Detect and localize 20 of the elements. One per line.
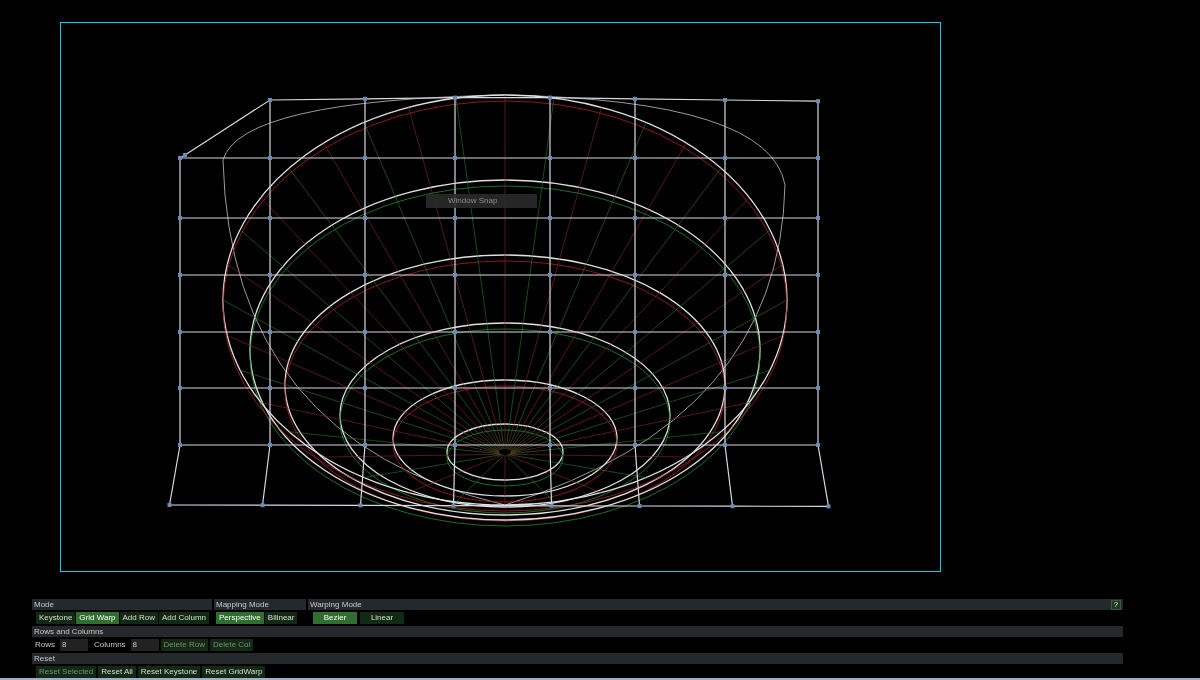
columns-field[interactable]: 8 (130, 639, 159, 651)
panel-button[interactable]: Linear (360, 612, 404, 624)
panel-button[interactable]: Bilinear (264, 612, 298, 624)
panel-button[interactable]: Bezier (313, 612, 357, 624)
section-header: Rows and Columns (32, 626, 1123, 637)
section-header: Mapping Mode (214, 599, 306, 610)
panel-button[interactable]: Add Column (159, 612, 209, 624)
panel-button[interactable]: Add Row (119, 612, 158, 624)
section-header: Mode (32, 599, 212, 610)
panel-button[interactable]: Grid Warp (76, 612, 119, 624)
panel-button[interactable]: Reset Keystone (137, 666, 201, 678)
panel-button[interactable]: Reset GridWarp (202, 666, 266, 678)
panel-button[interactable]: Keystone (36, 612, 76, 624)
tooltip: Window Snap (426, 194, 537, 208)
columns-label: Columns (94, 639, 126, 651)
panel-button[interactable]: Reset All (98, 666, 136, 678)
section-header: Reset (32, 653, 1123, 664)
panel-button[interactable]: Perspective (216, 612, 264, 624)
rows-label: Rows (35, 639, 55, 651)
rows-field[interactable]: 8 (60, 639, 88, 651)
